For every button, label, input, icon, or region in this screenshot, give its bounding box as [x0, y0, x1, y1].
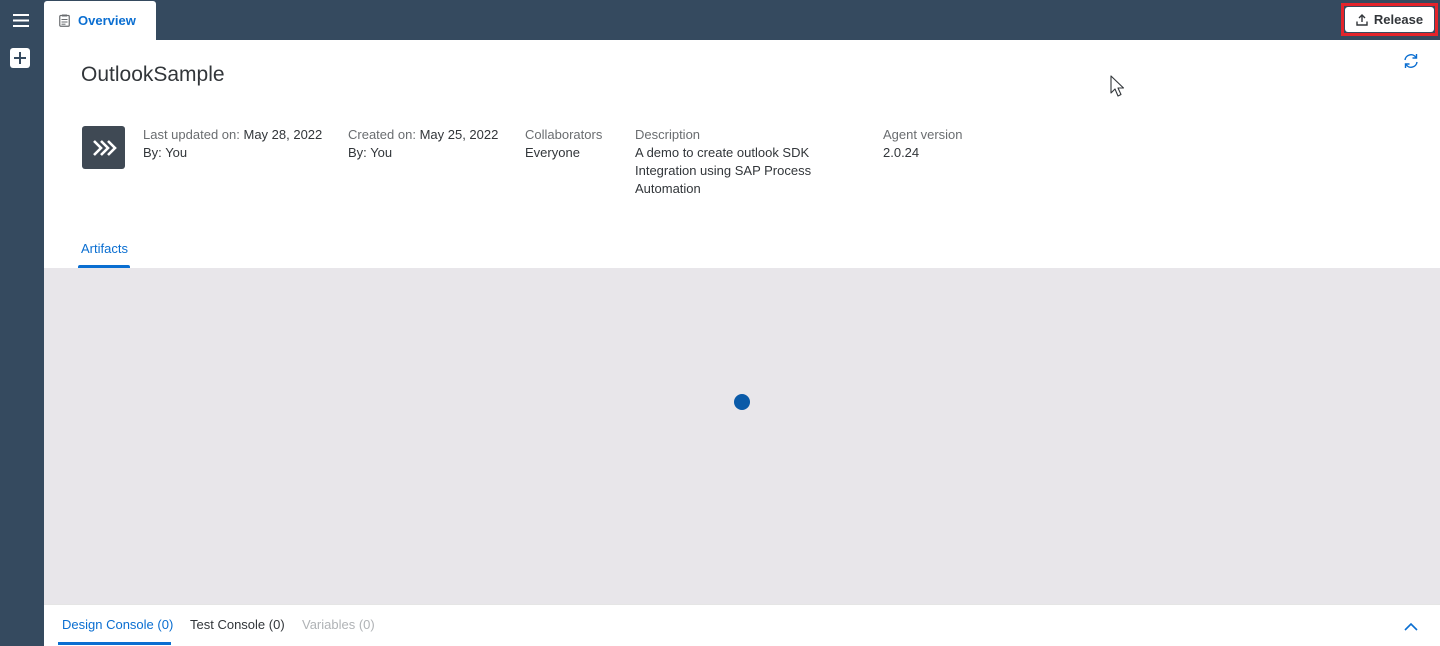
tab-variables: Variables (0)	[302, 617, 375, 632]
agent-version-value: 2.0.24	[883, 145, 920, 160]
created-value: May 25, 2022	[419, 127, 499, 142]
collaborators-value: Everyone	[525, 145, 580, 160]
description-info: Description A demo to create outlook SDK…	[635, 126, 835, 198]
plus-icon	[14, 52, 26, 64]
last-updated-value: May 28, 2022	[243, 127, 323, 142]
refresh-icon[interactable]	[1401, 51, 1421, 71]
created-info: Created on: May 25, 2022 By: You	[348, 126, 498, 162]
double-chevron-right-icon	[92, 139, 117, 156]
updated-by-value: You	[165, 145, 188, 160]
page-title: OutlookSample	[81, 63, 225, 86]
release-button[interactable]: Release	[1345, 7, 1434, 32]
collaborators-label: Collaborators	[525, 127, 603, 142]
last-updated-info: Last updated on: May 28, 2022 By: You	[143, 126, 322, 162]
upload-icon	[1356, 13, 1368, 26]
last-updated-label: Last updated on:	[143, 127, 240, 142]
hamburger-icon[interactable]	[10, 9, 32, 31]
project-avatar	[82, 126, 125, 169]
created-label: Created on:	[348, 127, 416, 142]
busy-indicator	[734, 394, 750, 410]
console-bar: Design Console (0) Test Console (0) Vari…	[44, 604, 1440, 646]
tab-test-console[interactable]: Test Console (0)	[190, 617, 285, 632]
add-button[interactable]	[10, 48, 30, 68]
created-by-label: By:	[348, 145, 367, 160]
created-by-value: You	[370, 145, 393, 160]
updated-by-label: By:	[143, 145, 162, 160]
agent-version-info: Agent version 2.0.24	[883, 126, 963, 162]
left-rail	[0, 0, 44, 646]
agent-version-label: Agent version	[883, 127, 963, 142]
top-bar: Overview Release	[44, 0, 1440, 40]
mouse-cursor-icon	[1110, 75, 1126, 99]
document-icon	[59, 14, 70, 27]
collaborators-info: Collaborators Everyone	[525, 126, 602, 162]
tab-overview[interactable]: Overview	[44, 1, 156, 40]
tab-artifacts-label: Artifacts	[81, 241, 128, 256]
tab-design-console[interactable]: Design Console (0)	[62, 617, 173, 632]
description-label: Description	[635, 127, 701, 142]
console-tab-selected-indicator	[58, 642, 171, 645]
artifacts-content-area	[44, 268, 1440, 604]
tab-artifacts[interactable]: Artifacts	[78, 236, 130, 268]
description-value: A demo to create outlook SDK Integration…	[635, 145, 812, 196]
chevron-up-icon[interactable]	[1401, 619, 1421, 635]
tab-overview-label: Overview	[78, 13, 136, 28]
release-label: Release	[1373, 12, 1424, 27]
